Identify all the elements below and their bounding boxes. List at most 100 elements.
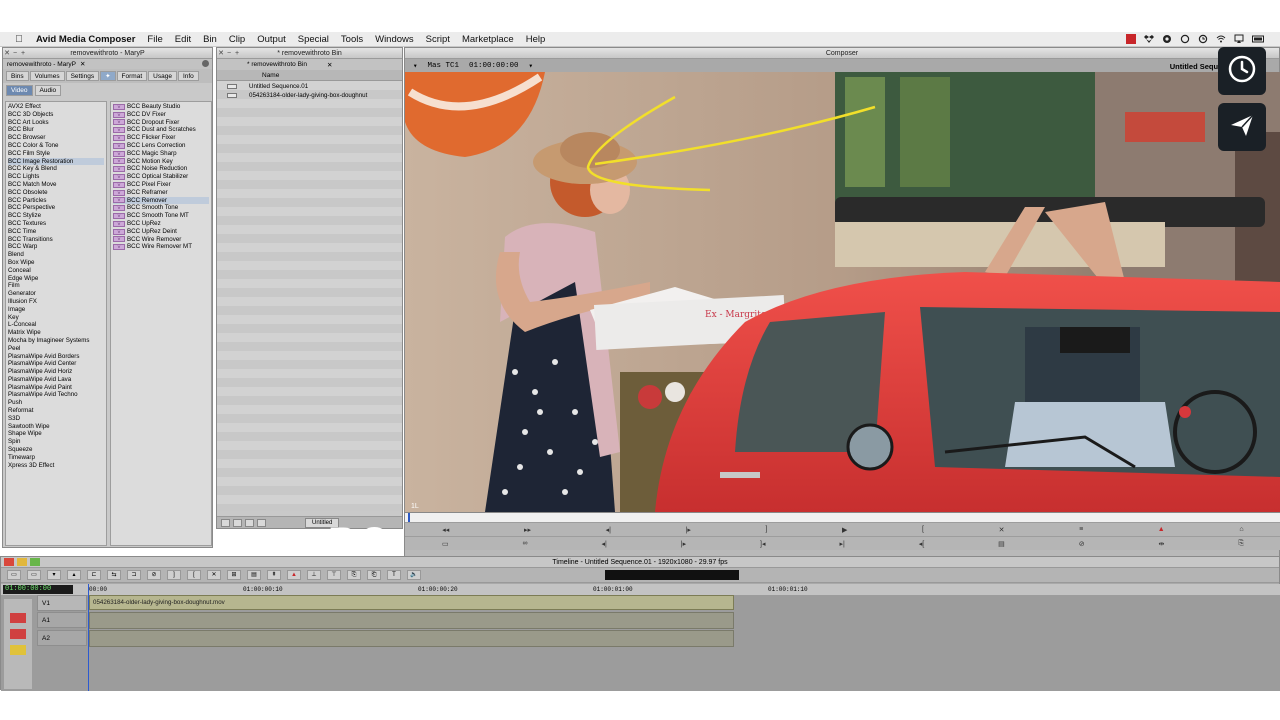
timeline-clip-v1[interactable]: 054263184-older-lady-giving-box-doughnut…	[89, 595, 734, 610]
segment-button[interactable]: ⊐	[127, 570, 141, 580]
text-button[interactable]: T	[387, 570, 401, 580]
overwrite-button[interactable]: ▤	[998, 540, 1005, 548]
frame-view-button[interactable]	[245, 518, 254, 527]
timeline-title-bar[interactable]: Timeline - Untitled Sequence.01 - 1920x1…	[1, 557, 1279, 568]
menu-windows[interactable]: Windows	[375, 34, 414, 45]
effect-item[interactable]: V BCC Wire Remover MT	[113, 243, 209, 251]
go-to-out-button[interactable]: ]◂	[760, 540, 765, 548]
effect-item[interactable]: V BCC Beauty Studio	[113, 103, 209, 111]
effect-category-item[interactable]: BCC Key & Blend	[8, 165, 104, 173]
effect-category-item[interactable]: Reformat	[8, 407, 104, 415]
effect-category-item[interactable]: BCC Textures	[8, 220, 104, 228]
effect-category-item[interactable]: Generator	[8, 290, 104, 298]
out-button[interactable]: ]	[167, 570, 181, 580]
track-v1[interactable]: V1	[37, 595, 87, 611]
prev-edit-button[interactable]: ◂|	[601, 540, 606, 548]
menu-icon[interactable]	[202, 60, 209, 67]
splice-in-button[interactable]: ⊞	[227, 570, 241, 580]
menu-file[interactable]: File	[147, 34, 162, 45]
effect-item[interactable]: V BCC UpRez	[113, 220, 209, 228]
effect-category-item[interactable]: BCC Warp	[8, 243, 104, 251]
bin-title-bar[interactable]: ✕ − + * removewithroto Bin	[217, 48, 402, 59]
effect-category-item[interactable]: PlasmaWipe Avid Borders	[8, 353, 104, 361]
match-frame-button[interactable]: ⇹	[1159, 540, 1165, 548]
effect-category-item[interactable]: AVX2 Effect	[8, 103, 104, 111]
splice-button[interactable]: ≡	[1079, 526, 1083, 533]
timecode-dropdown-icon[interactable]: ▾	[413, 61, 418, 71]
effect-category-item[interactable]: Key	[8, 314, 104, 322]
effect-item[interactable]: V BCC Remover	[113, 196, 209, 205]
tab-bins[interactable]: Bins	[6, 71, 29, 81]
effect-item[interactable]: V BCC Smooth Tone MT	[113, 212, 209, 220]
menu-tools[interactable]: Tools	[341, 34, 363, 45]
menu-bin[interactable]: Bin	[203, 34, 217, 45]
menu-output[interactable]: Output	[257, 34, 286, 45]
menu-special[interactable]: Special	[298, 34, 329, 45]
effect-category-item[interactable]: Box Wipe	[8, 259, 104, 267]
record-track-icon[interactable]	[10, 613, 26, 623]
extract-button[interactable]: ▲	[287, 570, 301, 580]
timeline-view-button[interactable]: ▭	[27, 570, 41, 580]
effect-category-item[interactable]: Matrix Wipe	[8, 329, 104, 337]
top-button[interactable]: ⊤	[327, 570, 341, 580]
zoom-icon[interactable]	[30, 558, 40, 566]
effect-category-item[interactable]: Image	[8, 306, 104, 314]
effect-category-item[interactable]: Spin	[8, 438, 104, 446]
effect-category-item[interactable]: BCC Stylize	[8, 212, 104, 220]
dropdown-icon[interactable]: ▾	[47, 570, 61, 580]
menu-marketplace[interactable]: Marketplace	[462, 34, 514, 45]
script-view-button[interactable]	[257, 518, 266, 527]
effect-category-item[interactable]: Illusion FX	[8, 298, 104, 306]
battery-icon[interactable]	[1252, 34, 1266, 44]
video-quality-button[interactable]: ▭	[442, 540, 449, 548]
apple-icon[interactable]: 	[12, 34, 26, 45]
effect-category-item[interactable]: Blend	[8, 251, 104, 259]
toggle-source-button[interactable]: ▭	[7, 570, 21, 580]
effect-category-item[interactable]: Shape Wipe	[8, 430, 104, 438]
mark-out-button[interactable]: ]	[765, 526, 767, 533]
playhead[interactable]	[88, 584, 89, 691]
overwrite-button[interactable]: ▤	[247, 570, 261, 580]
effect-category-item[interactable]: Peel	[8, 345, 104, 353]
wifi-icon[interactable]	[1216, 34, 1226, 44]
tab-format[interactable]: Format	[116, 71, 148, 81]
timecode-menu-icon[interactable]: ▾	[529, 61, 534, 71]
effect-mode-button[interactable]: ⎘	[1238, 540, 1244, 548]
effect-category-item[interactable]: S3D	[8, 415, 104, 423]
effect-category-item[interactable]: BCC Image Restoration	[8, 157, 104, 166]
trim-button[interactable]: ⊏	[87, 570, 101, 580]
extract-button[interactable]: ⌂	[1239, 526, 1243, 533]
effect-item[interactable]: V BCC Wire Remover	[113, 236, 209, 244]
minimize-icon[interactable]	[17, 558, 27, 566]
record-icon[interactable]	[1126, 34, 1136, 44]
effect-category-item[interactable]: PlasmaWipe Avid Lava	[8, 376, 104, 384]
sync-button[interactable]: ⇆	[107, 570, 121, 580]
effect-category-item[interactable]: BCC Art Looks	[8, 119, 104, 127]
activity-icon[interactable]	[1180, 34, 1190, 44]
position-indicator[interactable]	[408, 513, 410, 522]
bin-item-clip[interactable]: 054263184-older-lady-giving-box-doughnut	[217, 91, 402, 100]
fast-forward-button[interactable]: ▸▸	[524, 526, 531, 534]
mark-clip-button[interactable]: ◂[	[919, 540, 924, 548]
effect-item[interactable]: V BCC Lens Correction	[113, 142, 209, 150]
effect-item[interactable]: V BCC Motion Key	[113, 158, 209, 166]
menu-script[interactable]: Script	[426, 34, 450, 45]
audio-track-icon[interactable]	[10, 645, 26, 655]
effect-category-item[interactable]: PlasmaWipe Avid Paint	[8, 384, 104, 392]
effect-category-item[interactable]: PlasmaWipe Avid Techno	[8, 391, 104, 399]
clear-marks-button[interactable]: ✕	[999, 526, 1005, 534]
menu-clip[interactable]: Clip	[229, 34, 245, 45]
effect-category-item[interactable]: BCC Particles	[8, 197, 104, 205]
tab-info[interactable]: Info	[177, 71, 199, 81]
track-a1[interactable]: A1	[37, 612, 87, 628]
lift-button[interactable]: ▲	[1158, 526, 1165, 533]
timeline-clip-a1[interactable]	[89, 612, 734, 629]
audio-mixer-button[interactable]: 🔈	[407, 570, 421, 580]
effect-item[interactable]: V BCC Noise Reduction	[113, 165, 209, 173]
effect-category-item[interactable]: Mocha by Imagineer Systems	[8, 337, 104, 345]
play-button[interactable]: ▶	[842, 526, 847, 534]
effect-item[interactable]: V BCC Flicker Fixer	[113, 134, 209, 142]
mark-in-button[interactable]: [	[922, 526, 924, 533]
tab-settings[interactable]: Settings	[65, 71, 100, 81]
next-edit-button[interactable]: |▸	[681, 540, 686, 548]
